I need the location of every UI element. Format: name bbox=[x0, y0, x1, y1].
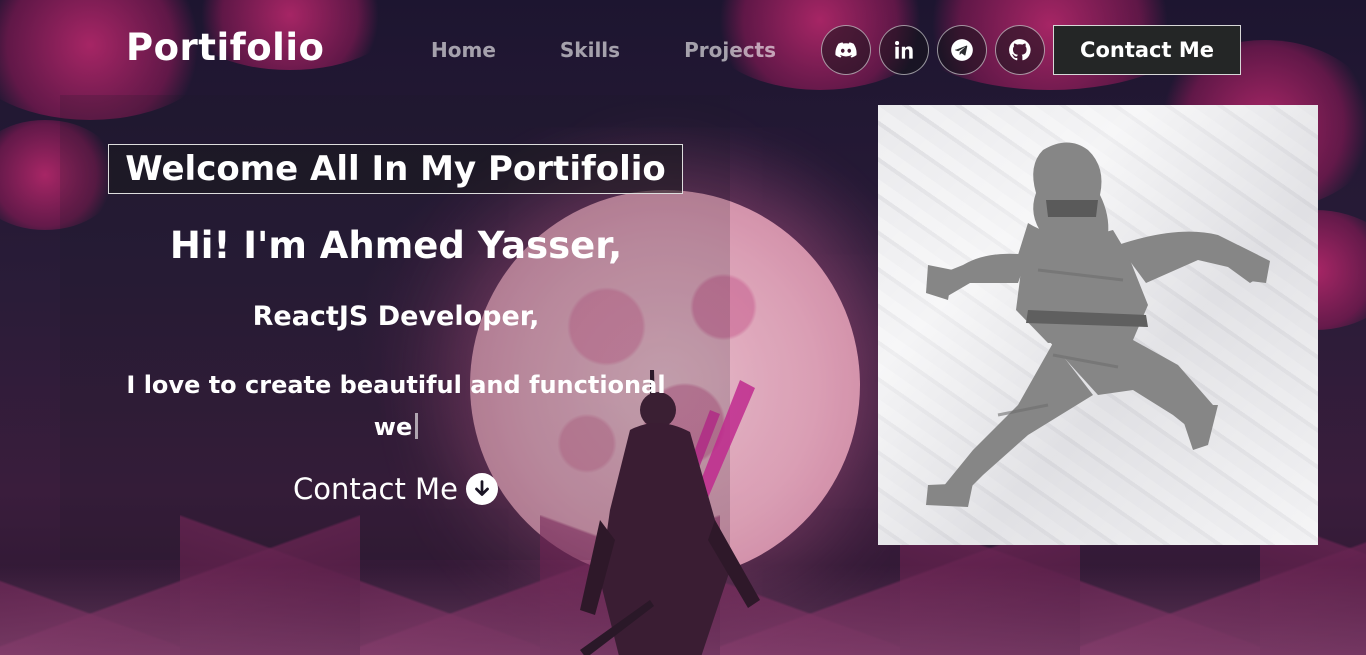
social-links bbox=[821, 25, 1053, 75]
linkedin-icon bbox=[895, 41, 913, 59]
linkedin-button[interactable] bbox=[879, 25, 929, 75]
tagline-line-1: I love to create beautiful and functiona… bbox=[126, 371, 666, 399]
hero-contact-button[interactable]: Contact Me bbox=[293, 472, 498, 506]
arrow-down-circle-icon bbox=[465, 473, 498, 505]
contact-me-button[interactable]: Contact Me bbox=[1053, 25, 1241, 75]
discord-button[interactable] bbox=[821, 25, 871, 75]
tagline-line-2: we bbox=[120, 406, 672, 448]
hero-ninja-image bbox=[878, 105, 1318, 545]
nav-link-projects[interactable]: Projects bbox=[684, 38, 776, 62]
welcome-tagline: Welcome All In My Portifolio bbox=[108, 144, 683, 194]
nav-links: Home Skills Projects bbox=[431, 38, 840, 62]
hero-role: ReactJS Developer, bbox=[252, 301, 540, 332]
brand-logo[interactable]: Portifolio bbox=[126, 26, 324, 69]
telegram-icon bbox=[951, 39, 973, 61]
ninja-illustration bbox=[926, 142, 1270, 507]
nav-link-skills[interactable]: Skills bbox=[560, 38, 620, 62]
github-icon bbox=[1009, 39, 1031, 61]
telegram-button[interactable] bbox=[937, 25, 987, 75]
nav-link-home[interactable]: Home bbox=[431, 38, 496, 62]
tagline-typing-text: we bbox=[373, 413, 413, 441]
discord-icon bbox=[835, 42, 857, 58]
hero-contact-label: Contact Me bbox=[293, 472, 458, 506]
hero-greeting: Hi! I'm Ahmed Yasser, bbox=[169, 224, 623, 267]
github-button[interactable] bbox=[995, 25, 1045, 75]
typing-cursor bbox=[415, 413, 419, 439]
hero-tagline: I love to create beautiful and functiona… bbox=[120, 364, 672, 448]
